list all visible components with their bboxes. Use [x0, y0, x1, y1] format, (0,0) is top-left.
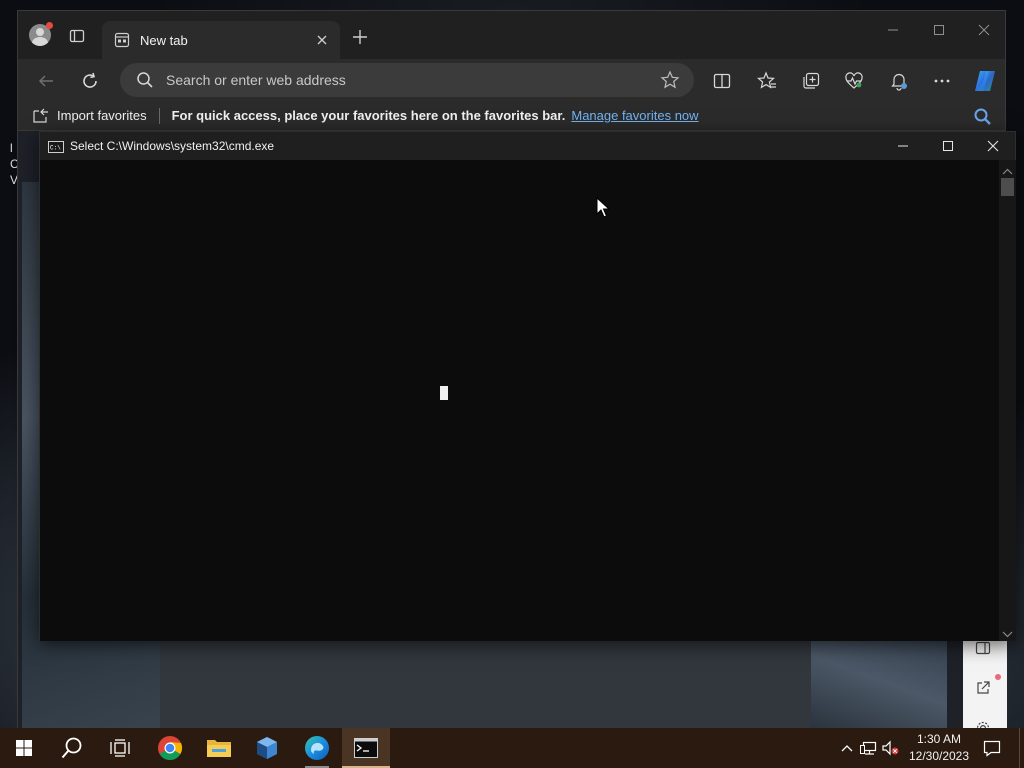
- notification-dot: [995, 674, 1001, 680]
- more-icon[interactable]: [930, 69, 954, 93]
- import-favorites-icon[interactable]: [32, 108, 50, 124]
- tab-actions-icon[interactable]: [66, 25, 88, 47]
- system-tray: [836, 728, 902, 768]
- minimize-button[interactable]: [870, 15, 916, 45]
- scrollbar-thumb[interactable]: [1001, 178, 1014, 196]
- cmd-title-bar[interactable]: C:\ Select C:\Windows\system32\cmd.exe: [40, 132, 1015, 160]
- maximize-button[interactable]: [916, 15, 962, 45]
- favorites-icon[interactable]: [755, 69, 779, 93]
- network-icon[interactable]: [858, 728, 880, 768]
- minimize-button[interactable]: [880, 132, 926, 160]
- svg-text:C:\: C:\: [50, 145, 61, 152]
- scroll-up-icon[interactable]: [1002, 164, 1013, 175]
- split-screen-icon[interactable]: [710, 69, 734, 93]
- mouse-pointer-icon: [596, 196, 611, 219]
- split-screen-icon[interactable]: [975, 640, 995, 660]
- browser-essentials-icon[interactable]: [842, 69, 866, 93]
- chevron-up-icon[interactable]: [836, 728, 858, 768]
- vertical-scrollbar[interactable]: [999, 160, 1016, 641]
- box-app-button[interactable]: [243, 728, 291, 768]
- volume-muted-icon[interactable]: [880, 728, 902, 768]
- cmd-taskbar-button[interactable]: [342, 728, 390, 768]
- start-button[interactable]: [0, 728, 48, 768]
- cmd-window-title: Select C:\Windows\system32\cmd.exe: [70, 139, 275, 153]
- close-tab-icon[interactable]: [310, 28, 334, 52]
- address-bar[interactable]: [120, 63, 694, 97]
- tab-title: New tab: [140, 32, 188, 48]
- text-cursor: [440, 386, 448, 400]
- back-arrow-icon[interactable]: [34, 69, 58, 93]
- search-icon: [136, 71, 154, 89]
- new-tab-background-image-right: [811, 632, 947, 729]
- close-button[interactable]: [970, 132, 1016, 160]
- favorites-bar: Import favorites For quick access, place…: [18, 101, 1005, 131]
- tab-new-tab[interactable]: New tab: [102, 21, 340, 59]
- maximize-button[interactable]: [925, 132, 971, 160]
- address-input[interactable]: [166, 72, 660, 88]
- search-button[interactable]: [48, 728, 96, 768]
- copilot-icon[interactable]: [971, 67, 999, 95]
- chrome-button[interactable]: [146, 728, 194, 768]
- clock-time: 1:30 AM: [916, 732, 962, 746]
- task-view-button[interactable]: [96, 728, 144, 768]
- scroll-down-icon[interactable]: [1002, 626, 1013, 638]
- new-tab-button[interactable]: [348, 25, 372, 49]
- open-external-icon[interactable]: [975, 680, 995, 700]
- collections-icon[interactable]: [799, 69, 823, 93]
- favorites-bar-message: For quick access, place your favorites h…: [171, 108, 566, 123]
- cmd-console-area[interactable]: [40, 160, 999, 641]
- edge-taskbar-button[interactable]: [293, 728, 341, 768]
- new-tab-content-area: [160, 632, 811, 729]
- taskbar: 1:30 AM 12/30/2023: [0, 728, 1024, 768]
- file-explorer-button[interactable]: [195, 728, 243, 768]
- action-center-button[interactable]: [976, 728, 1008, 768]
- import-favorites-button[interactable]: Import favorites: [57, 108, 147, 123]
- favorites-divider: [158, 107, 160, 124]
- new-tab-page-icon: [114, 32, 130, 48]
- show-desktop-button[interactable]: [1019, 728, 1024, 768]
- edge-title-bar: New tab: [18, 11, 1005, 59]
- clock-date: 12/30/2023: [908, 749, 970, 763]
- search-icon[interactable]: [973, 107, 993, 127]
- taskbar-clock[interactable]: 1:30 AM 12/30/2023: [906, 731, 972, 765]
- refresh-icon[interactable]: [78, 69, 102, 93]
- star-icon[interactable]: [660, 70, 680, 90]
- edge-toolbar: [18, 59, 1005, 101]
- cmd-window: C:\ Select C:\Windows\system32\cmd.exe: [39, 131, 1016, 641]
- cmd-app-icon: C:\: [48, 140, 64, 153]
- bell-icon[interactable]: [887, 69, 911, 93]
- profile-icon[interactable]: [28, 22, 53, 47]
- manage-favorites-link[interactable]: Manage favorites now: [571, 108, 698, 123]
- close-button[interactable]: [961, 15, 1007, 45]
